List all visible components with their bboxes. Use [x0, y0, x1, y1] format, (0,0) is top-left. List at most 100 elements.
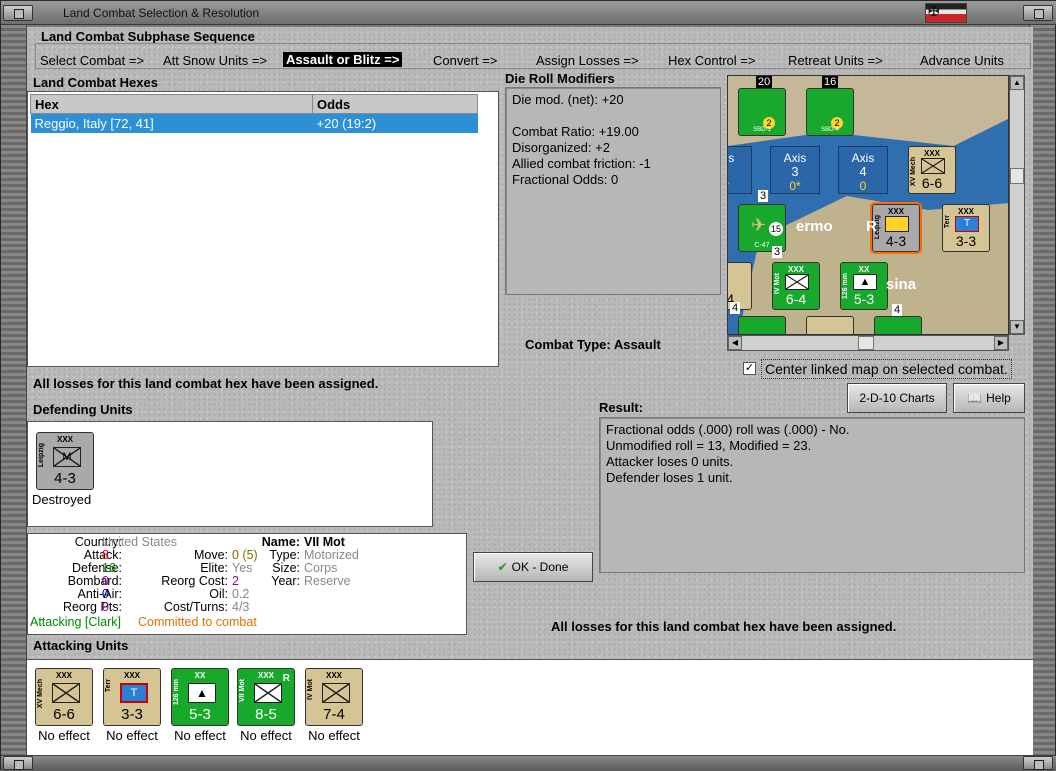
- combat-window: Land Combat Selection & Resolution Land …: [0, 0, 1056, 771]
- unit-side-label: XV Mech: [37, 679, 44, 709]
- center-map-option[interactable]: ✓ Center linked map on selected combat.: [743, 359, 1025, 379]
- map-counter-leipzig[interactable]: XXX Leipzig 4-3: [870, 202, 922, 254]
- step-hex-control[interactable]: Hex Control =>: [668, 53, 755, 68]
- map-counter-iv-mot[interactable]: XXX IV Mot 6-4: [772, 262, 820, 310]
- defending-unit-leipzig[interactable]: XXX Leipzig M 4-3: [36, 432, 94, 490]
- counter-label: SBD-4: [821, 127, 839, 133]
- attacking-unit-iv-mot[interactable]: XXX IV Mot 7-4: [305, 668, 363, 726]
- map-vertical-scrollbar[interactable]: ▲ ▼: [1009, 75, 1025, 335]
- unit-size: XX: [194, 671, 206, 680]
- scroll-right-button[interactable]: ▶: [994, 336, 1008, 350]
- stat-label: Year:: [271, 574, 300, 588]
- stat-label: Cost/Turns:: [163, 600, 228, 614]
- unit-size: XXX: [123, 671, 140, 680]
- map-counter-bottom-1[interactable]: [738, 316, 786, 334]
- defending-heading: Defending Units: [33, 402, 133, 417]
- hexes-table: Hex Odds Reggio, Italy [72, 41] +20 (19:…: [30, 94, 478, 133]
- stat-year: Reserve: [304, 574, 351, 588]
- result-box: Fractional odds (.000) roll was (.000) -…: [599, 417, 1025, 573]
- unit-side-label: Terr: [105, 679, 112, 693]
- col-hex[interactable]: Hex: [30, 94, 313, 114]
- charts-button[interactable]: 2-D-10 Charts: [847, 383, 947, 413]
- step-att-snow-units[interactable]: Att Snow Units =>: [163, 53, 267, 68]
- result-line: Attacker loses 0 units.: [606, 454, 734, 469]
- territorial-symbol-icon: T: [120, 683, 148, 703]
- mechanized-symbol-icon: M: [53, 447, 81, 467]
- unit-side-label: Leipzig: [38, 443, 45, 468]
- stat-attacking-status: Attacking [Clark]: [30, 615, 122, 629]
- die-roll-line: Fractional Odds: 0: [512, 172, 619, 187]
- unit-side-label: IV Mot: [307, 679, 314, 700]
- step-assault-or-blitz[interactable]: Assault or Blitz =>: [283, 52, 403, 67]
- die-roll-line: Allied combat friction: -1: [512, 156, 651, 171]
- infantry-symbol-icon: [921, 158, 945, 174]
- subphase-sequence: Select Combat => Att Snow Units => Assau…: [35, 43, 1031, 69]
- unit-side-label: VII Mot: [239, 679, 246, 702]
- unit-size: XXX: [56, 435, 73, 444]
- attacking-unit-terr[interactable]: XXX Terr T 3-3: [103, 668, 161, 726]
- stack-count: 20: [756, 76, 773, 88]
- map-counter-terr[interactable]: XXX Terr T 3-3: [942, 204, 990, 252]
- map-counter-bottom-2[interactable]: [806, 316, 854, 334]
- hexes-list[interactable]: Hex Odds Reggio, Italy [72, 41] +20 (19:…: [27, 91, 499, 367]
- map-counter-bottom-3[interactable]: [874, 316, 922, 334]
- scroll-down-button[interactable]: ▼: [1010, 320, 1024, 334]
- stack-count: 4: [730, 302, 741, 314]
- map-counter-126mm[interactable]: XX 126 mm ▲ 5-3: [840, 262, 888, 310]
- left-frame: [1, 25, 27, 771]
- title-bar: Land Combat Selection & Resolution: [1, 1, 1056, 25]
- linked-map[interactable]: 2 SBD-1 20 2 SBD-4 16 xis * Axis 3 0* Ax…: [727, 75, 1009, 335]
- scroll-thumb[interactable]: [1010, 168, 1024, 184]
- attacking-unit-xv-mech[interactable]: XXX XV Mech 6-6: [35, 668, 93, 726]
- step-advance-units[interactable]: Advance Units: [920, 53, 1004, 68]
- axis-extra: *: [728, 179, 751, 193]
- unit-strength: 4-3: [54, 470, 76, 487]
- map-counter-c47[interactable]: ✈ 15 C-47: [738, 204, 786, 252]
- ok-done-button[interactable]: ✔ OK - Done: [473, 552, 593, 582]
- unit-strength: 7-4: [323, 706, 345, 723]
- maximize-button[interactable]: [1023, 5, 1053, 21]
- col-odds[interactable]: Odds: [312, 94, 478, 114]
- map-counter-sbd1[interactable]: 2 SBD-1: [738, 88, 786, 136]
- die-roll-heading: Die Roll Modifiers: [505, 71, 615, 86]
- result-line: Fractional odds (.000) roll was (.000) -…: [606, 422, 850, 437]
- step-assign-losses[interactable]: Assign Losses =>: [536, 53, 639, 68]
- map-counter-xv-mech[interactable]: XXX XV Mech 6-6: [908, 146, 956, 194]
- bottom-frame: [1, 755, 1056, 771]
- step-convert[interactable]: Convert =>: [433, 53, 497, 68]
- axis-num: [728, 165, 751, 179]
- axis-num: 4: [859, 164, 867, 179]
- defending-units-panel: XXX Leipzig M 4-3 Destroyed: [27, 421, 433, 527]
- attacking-unit-126mm[interactable]: XX 126 mm ▲ 5-3: [171, 668, 229, 726]
- attacking-unit-vii-mot[interactable]: XXX VII Mot R 8-5: [237, 668, 295, 726]
- scroll-up-button[interactable]: ▲: [1010, 76, 1024, 90]
- scroll-left-button[interactable]: ◀: [728, 336, 742, 350]
- unit-strength: 3-3: [121, 706, 143, 723]
- unit-size: XXX: [325, 671, 342, 680]
- charts-button-label: 2-D-10 Charts: [859, 391, 935, 405]
- table-row[interactable]: Reggio, Italy [72, 41] +20 (19:2): [30, 113, 478, 133]
- mechanized-symbol-icon: [52, 683, 80, 703]
- step-retreat-units[interactable]: Retreat Units =>: [788, 53, 883, 68]
- window-menu-button[interactable]: [3, 5, 33, 21]
- defending-unit-status: Destroyed: [32, 492, 92, 507]
- unit-strength: 8-5: [255, 706, 277, 723]
- motorized-symbol-icon: [785, 274, 809, 290]
- result-heading: Result:: [599, 400, 644, 415]
- attacking-unit-status: No effect: [38, 728, 90, 743]
- place-label: R: [866, 218, 877, 235]
- bottom-right-button[interactable]: [1023, 756, 1053, 770]
- artillery-symbol-icon: ▲: [188, 683, 216, 703]
- step-select-combat[interactable]: Select Combat =>: [40, 53, 144, 68]
- map-horizontal-scrollbar[interactable]: ◀ ▶: [727, 335, 1009, 351]
- center-map-label[interactable]: Center linked map on selected combat.: [761, 359, 1012, 379]
- bottom-left-button[interactable]: [3, 756, 33, 770]
- hex-cell: Reggio, Italy [72, 41]: [30, 113, 313, 133]
- counter-label: SBD-1: [753, 127, 771, 133]
- axis-num: 3: [791, 164, 799, 179]
- scroll-thumb[interactable]: [858, 336, 874, 350]
- center-map-checkbox[interactable]: ✓: [743, 362, 756, 375]
- help-button[interactable]: 📖 Help: [953, 383, 1025, 413]
- map-counter-sbd4[interactable]: 2 SBD-4: [806, 88, 854, 136]
- unit-side-label: 126 mm: [173, 679, 180, 706]
